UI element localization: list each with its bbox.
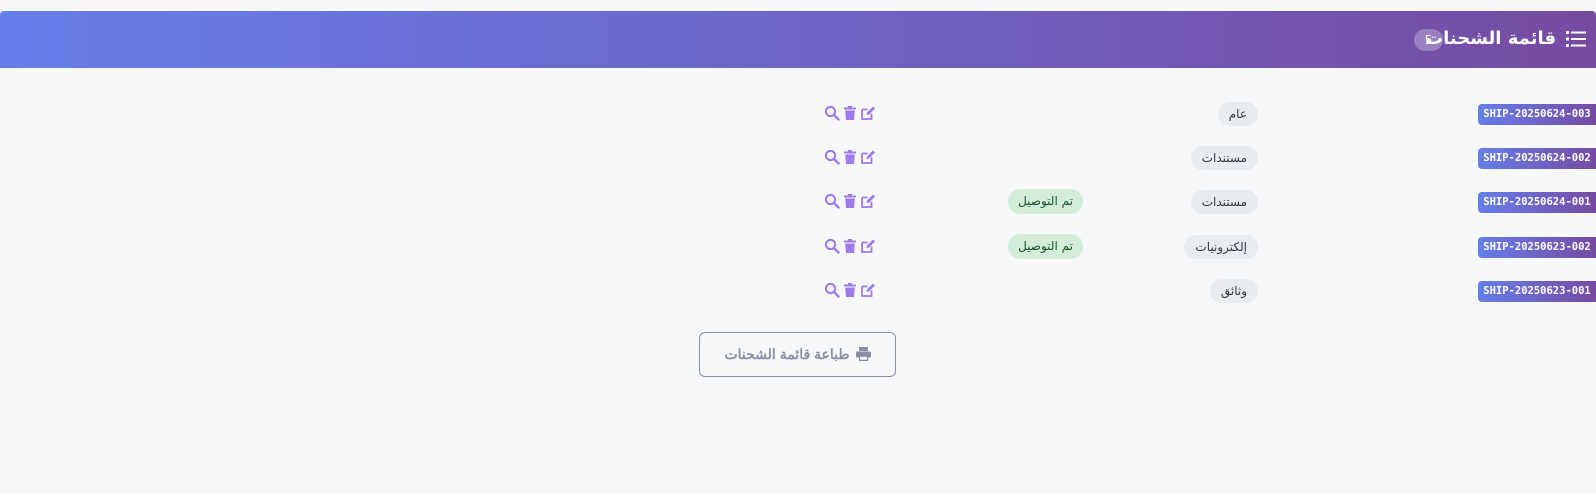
edit-icon: [861, 194, 875, 208]
shipment-status-badge: تم التوصيل: [1008, 189, 1083, 214]
shipment-type-badge: مستندات: [1190, 146, 1258, 170]
shipment-id-badge: SHIP-20250624-003: [1478, 104, 1596, 125]
edit-icon: [861, 106, 875, 120]
view-shipment-button[interactable]: [824, 105, 840, 121]
trash-icon: [844, 239, 856, 253]
shipment-row: SHIP-20250624-002 مستندات: [0, 146, 1596, 170]
trash-icon: [844, 150, 856, 164]
shipment-type-badge: وثائق: [1209, 279, 1258, 303]
shipment-id-badge: SHIP-20250623-002: [1478, 237, 1596, 258]
row-actions: [824, 105, 880, 123]
view-shipment-button[interactable]: [824, 149, 840, 165]
row-actions: [824, 193, 880, 211]
row-actions: [824, 282, 880, 300]
view-shipment-button[interactable]: [824, 282, 840, 298]
edit-icon: [861, 239, 875, 253]
delete-shipment-button[interactable]: [842, 105, 858, 121]
shipment-row: SHIP-20250623-002 إلكترونيات تم التوصيل: [0, 234, 1596, 259]
search-icon: [824, 149, 840, 165]
edit-shipment-button[interactable]: [860, 105, 876, 121]
edit-shipment-button[interactable]: [860, 238, 876, 254]
search-icon: [824, 193, 840, 209]
delete-shipment-button[interactable]: [842, 149, 858, 165]
search-icon: [824, 282, 840, 298]
row-actions: [824, 149, 880, 167]
view-shipment-button[interactable]: [824, 238, 840, 254]
trash-icon: [844, 194, 856, 208]
shipments-page: قائمة الشحنات 5 SHIP-20250624-003 عام SHIP…: [0, 0, 1596, 493]
trash-icon: [844, 283, 856, 297]
shipment-row: SHIP-20250623-001 وثائق: [0, 279, 1596, 303]
printer-icon: [855, 347, 871, 361]
edit-shipment-button[interactable]: [860, 193, 876, 209]
edit-shipment-button[interactable]: [860, 282, 876, 298]
list-icon: [1566, 31, 1586, 47]
shipment-id-badge: SHIP-20250624-002: [1478, 148, 1596, 169]
page-title: قائمة الشحنات: [1425, 28, 1556, 49]
print-shipments-button[interactable]: طباعة قائمة الشحنات: [699, 332, 896, 377]
shipment-type-badge: مستندات: [1190, 190, 1258, 214]
search-icon: [824, 105, 840, 121]
shipment-row: SHIP-20250624-001 مستندات تم التوصيل: [0, 189, 1596, 214]
delete-shipment-button[interactable]: [842, 282, 858, 298]
shipment-type-badge: إلكترونيات: [1184, 235, 1258, 259]
delete-shipment-button[interactable]: [842, 238, 858, 254]
row-actions: [824, 238, 880, 256]
shipment-status-badge: تم التوصيل: [1008, 234, 1083, 259]
shipment-id-badge: SHIP-20250623-001: [1478, 281, 1596, 302]
delete-shipment-button[interactable]: [842, 193, 858, 209]
view-shipment-button[interactable]: [824, 193, 840, 209]
edit-icon: [861, 150, 875, 164]
edit-shipment-button[interactable]: [860, 149, 876, 165]
shipment-row: SHIP-20250624-003 عام: [0, 102, 1596, 126]
edit-icon: [861, 283, 875, 297]
trash-icon: [844, 106, 856, 120]
shipment-id-badge: SHIP-20250624-001: [1478, 192, 1596, 213]
search-icon: [824, 238, 840, 254]
shipment-count-badge: 5: [1414, 29, 1443, 51]
shipments-header: قائمة الشحنات 5: [0, 11, 1596, 68]
print-button-label: طباعة قائمة الشحنات: [724, 346, 850, 362]
shipment-type-badge: عام: [1217, 102, 1258, 126]
